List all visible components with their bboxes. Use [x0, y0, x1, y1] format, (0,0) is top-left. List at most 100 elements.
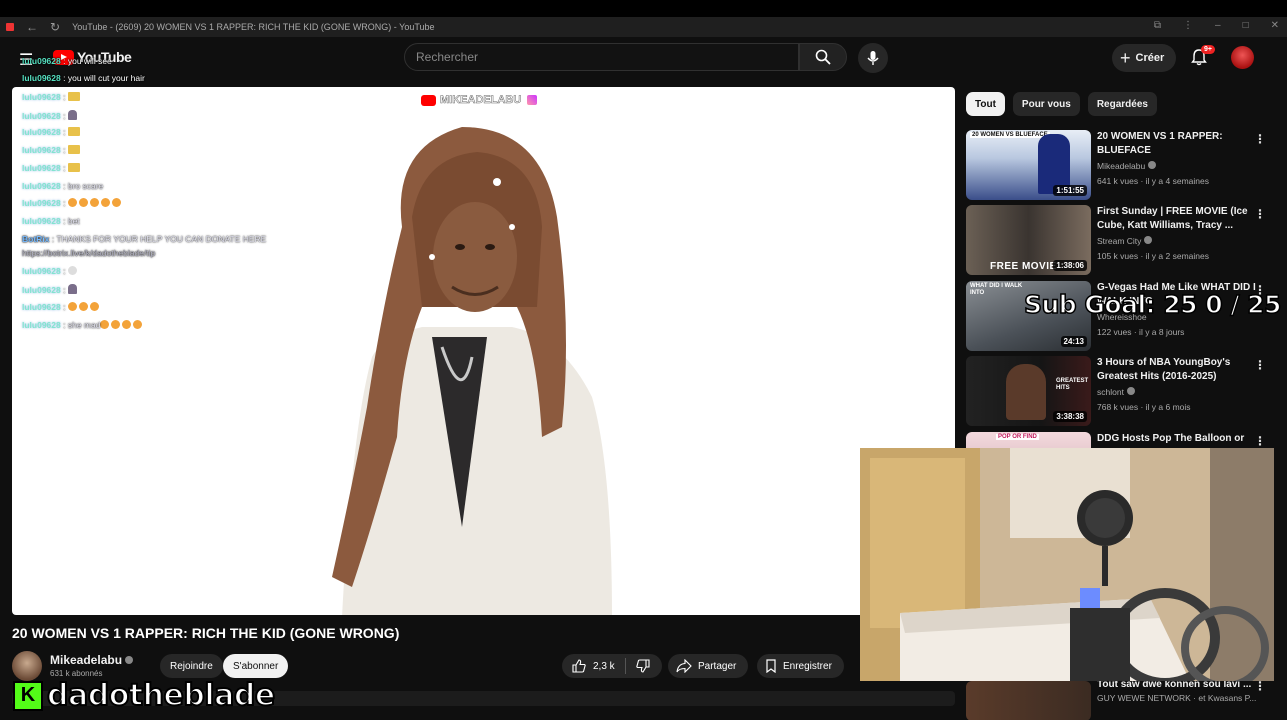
more-actions-icon[interactable]: ⋮: [1254, 358, 1266, 372]
chat-message: lulu09628 : you will see: [22, 56, 112, 66]
maximize-icon[interactable]: □: [1243, 20, 1249, 31]
like-button[interactable]: 2,3 k: [562, 654, 625, 678]
search-button[interactable]: [799, 43, 847, 71]
verified-icon: [1144, 236, 1153, 244]
recommended-video[interactable]: 20 WOMEN VS BLUEFACE 1:51:55 20 WOMEN VS…: [966, 130, 1282, 202]
video-thumbnail[interactable]: FREE MOVIE 1:38:06: [966, 205, 1091, 275]
channel-name[interactable]: Mikeadelabu: [50, 653, 134, 667]
channel-watermark: MIKEADELABU: [421, 93, 540, 107]
emote: [67, 284, 77, 294]
thumbnail-caption: FREE MOVIE: [990, 261, 1057, 272]
video-meta: 105 k vues · il y a 2 semaines: [1097, 251, 1209, 261]
chat-message: lulu09628 : she mad: [22, 320, 144, 330]
search-input[interactable]: [416, 50, 798, 64]
video-thumbnail[interactable]: 20 WOMEN VS BLUEFACE 1:51:55: [966, 130, 1091, 200]
chat-message: lulu09628 :: [22, 127, 80, 137]
tab-title: YouTube - (2609) 20 WOMEN VS 1 RAPPER: R…: [72, 22, 435, 32]
video-duration: 1:38:06: [1053, 260, 1087, 271]
instagram-icon: [525, 93, 540, 107]
video-meta: 122 vues · il y a 8 jours: [1097, 327, 1185, 337]
thumbs-up-icon: [572, 659, 586, 673]
emote: [67, 92, 80, 101]
browser-title-bar: ← ↻ YouTube - (2609) 20 WOMEN VS 1 RAPPE…: [0, 17, 1287, 37]
video-player[interactable]: MIKEADELABU: [12, 87, 955, 615]
like-count: 2,3 k: [593, 660, 615, 672]
recommended-video[interactable]: GREATEST HITS 3:38:38 3 Hours of NBA You…: [966, 356, 1282, 428]
search-icon: [815, 49, 831, 65]
youtube-masthead: ☰ YouTube + Créer 9+: [0, 37, 1287, 79]
save-label: Enregistrer: [783, 660, 832, 672]
verified-icon: [1126, 387, 1135, 395]
like-dislike-group: 2,3 k: [562, 654, 662, 678]
more-actions-icon[interactable]: ⋮: [1254, 679, 1266, 693]
channel-name: GUY WEWE NETWORK · et Kwasans P...: [1097, 693, 1257, 703]
create-label: Créer: [1135, 52, 1165, 64]
more-actions-icon[interactable]: ⋮: [1254, 207, 1266, 221]
video-thumbnail[interactable]: [966, 681, 1091, 720]
verified-icon: [125, 656, 134, 664]
more-menu-icon[interactable]: ⋮: [1183, 20, 1193, 31]
chip-for-you[interactable]: Pour vous: [1012, 92, 1080, 116]
video-duration: 1:51:55: [1053, 185, 1087, 196]
voice-search-button[interactable]: [858, 43, 888, 73]
chat-message: lulu09628 :: [22, 145, 80, 155]
thumbnail-caption: WHAT DID I WALK INTO: [970, 283, 1023, 296]
video-title: 20 WOMEN VS 1 RAPPER: RICH THE KID (GONE…: [12, 625, 400, 641]
emote: [67, 127, 80, 136]
chat-message: lulu09628 :: [22, 92, 80, 102]
search-box: [404, 43, 799, 71]
recommended-video[interactable]: Tout saw dwe konnen sou lavi ... GUY WEW…: [966, 679, 1282, 720]
more-actions-icon[interactable]: ⋮: [1254, 132, 1266, 146]
extensions-icon[interactable]: ⧉: [1154, 20, 1161, 31]
chat-message: lulu09628 :: [22, 110, 77, 121]
chip-watched[interactable]: Regardées: [1087, 92, 1157, 116]
back-arrow-icon[interactable]: ←: [26, 20, 38, 34]
chip-all[interactable]: Tout: [966, 92, 1005, 116]
chat-link: https://botrix.live/k/dadotheblade/tip: [22, 248, 156, 258]
channel-name: schlont: [1097, 387, 1135, 397]
channel-avatar[interactable]: [12, 651, 42, 681]
video-title: DDG Hosts Pop The Balloon or: [1097, 433, 1245, 444]
filter-chips: Tout Pour vous Regardées: [966, 92, 1157, 116]
chat-message: lulu09628 :: [22, 163, 80, 173]
chat-message: lulu09628 :: [22, 266, 77, 276]
emote: [67, 145, 80, 154]
microphone-icon: [867, 51, 879, 65]
webcam-feed: [860, 448, 1274, 681]
more-actions-icon[interactable]: ⋮: [1254, 434, 1266, 448]
sub-goal-overlay: Sub Goal: 25 0 / 25: [1023, 289, 1282, 320]
kick-logo-icon: K: [13, 680, 43, 711]
emote: [67, 110, 77, 120]
bookmark-icon: [766, 659, 776, 673]
video-title: First Sunday | FREE MOVIE (Ice Cube, Kat…: [1097, 206, 1248, 231]
chat-message: lulu09628 : you will cut your hair: [22, 73, 145, 83]
recommended-video[interactable]: FREE MOVIE 1:38:06 First Sunday | FREE M…: [966, 205, 1282, 277]
account-avatar[interactable]: [1231, 46, 1254, 69]
join-button[interactable]: Rejoindre: [160, 654, 223, 678]
webcam-overlay: [860, 448, 1274, 681]
video-meta: 641 k vues · il y a 4 semaines: [1097, 176, 1209, 186]
subscriber-count: 631 k abonnés: [50, 669, 103, 678]
watermark-text: MIKEADELABU: [440, 94, 522, 107]
video-frame-person: [332, 127, 612, 615]
reload-icon[interactable]: ↻: [50, 20, 60, 34]
share-button[interactable]: Partager: [668, 654, 749, 678]
share-icon: [676, 659, 692, 673]
video-duration: 3:38:38: [1053, 411, 1087, 422]
chat-message: lulu09628 :: [22, 198, 123, 208]
minimize-icon[interactable]: –: [1215, 20, 1221, 31]
streamer-name-overlay: K dadotheblade: [13, 677, 276, 714]
video-thumbnail[interactable]: GREATEST HITS 3:38:38: [966, 356, 1091, 426]
desktop-top-strip: [0, 0, 1287, 17]
thumbnail-caption: POP OR FIND: [996, 434, 1039, 440]
chat-message: lulu09628 :: [22, 302, 101, 312]
dislike-button[interactable]: [626, 654, 660, 678]
create-button[interactable]: + Créer: [1112, 44, 1177, 72]
subscribe-button[interactable]: S'abonner: [223, 654, 289, 678]
browser-app-icon: [6, 23, 14, 31]
close-icon[interactable]: ✕: [1271, 20, 1279, 31]
plus-icon: +: [1120, 48, 1131, 68]
save-button[interactable]: Enregistrer: [757, 654, 844, 678]
thumbnail-figure: [1006, 364, 1046, 420]
notifications-badge: 9+: [1201, 45, 1215, 54]
